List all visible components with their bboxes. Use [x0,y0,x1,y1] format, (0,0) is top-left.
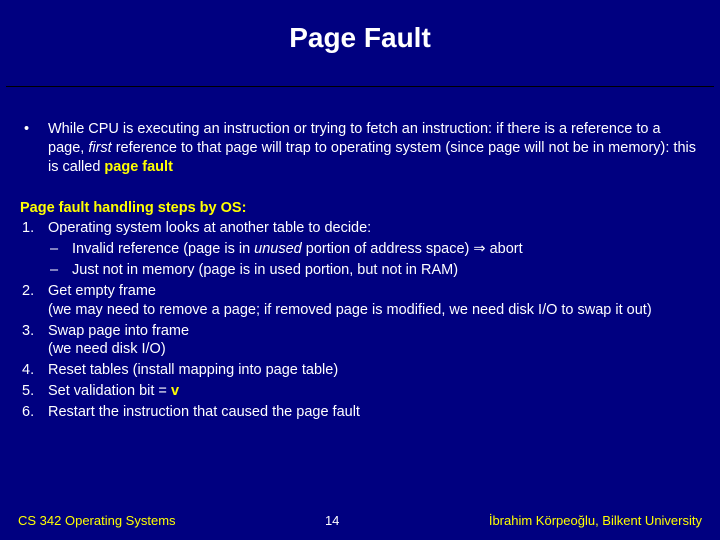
text: Get empty frame [48,282,700,301]
dash-marker: – [48,240,72,259]
step-number: 1. [20,219,48,280]
step-body: Restart the instruction that caused the … [48,403,700,422]
step-body: Reset tables (install mapping into page … [48,361,700,380]
bullet-marker: • [20,120,48,177]
step-number: 5. [20,382,48,401]
step-6: 6. Restart the instruction that caused t… [20,403,700,422]
emphasis-unused: unused [254,241,302,257]
step-number: 6. [20,403,48,422]
text: (we may need to remove a page; if remove… [48,301,700,320]
bullet-item: • While CPU is executing an instruction … [20,120,700,177]
substep-1b: – Just not in memory (page is in used po… [48,261,700,280]
slide-title: Page Fault [0,0,720,72]
text: Operating system looks at another table … [48,219,700,238]
step-4: 4. Reset tables (install mapping into pa… [20,361,700,380]
title-divider [6,86,714,87]
step-number: 2. [20,282,48,320]
emphasis-first: first [88,140,111,156]
text: Invalid reference (page is in [72,241,254,257]
step-body: Swap page into frame (we need disk I/O) [48,322,700,360]
footer-page-number: 14 [325,513,339,528]
slide-content: • While CPU is executing an instruction … [20,120,700,424]
step-body: Get empty frame (we may need to remove a… [48,282,700,320]
text: portion of address space) [302,241,474,257]
steps-heading: Page fault handling steps by OS: [20,199,700,218]
step-1: 1. Operating system looks at another tab… [20,219,700,280]
step-5: 5. Set validation bit = v [20,382,700,401]
step-body: Set validation bit = v [48,382,700,401]
highlight-page-fault: page fault [104,159,172,175]
arrow-icon: ⇒ [473,241,485,257]
footer-author: İbrahim Körpeoğlu, Bilkent University [489,513,702,528]
text: Swap page into frame [48,322,700,341]
step-2: 2. Get empty frame (we may need to remov… [20,282,700,320]
dash-marker: – [48,261,72,280]
text: Invalid reference (page is in unused por… [72,240,700,259]
highlight-v: v [171,383,179,399]
text: (we need disk I/O) [48,340,700,359]
substep-1a: – Invalid reference (page is in unused p… [48,240,700,259]
bullet-text: While CPU is executing an instruction or… [48,120,700,177]
steps-list: 1. Operating system looks at another tab… [20,219,700,421]
text: abort [486,241,523,257]
text: Just not in memory (page is in used port… [72,261,700,280]
step-3: 3. Swap page into frame (we need disk I/… [20,322,700,360]
step-number: 3. [20,322,48,360]
footer-course: CS 342 Operating Systems [18,513,176,528]
step-number: 4. [20,361,48,380]
text: Set validation bit = [48,383,171,399]
slide: Page Fault • While CPU is executing an i… [0,0,720,540]
step-body: Operating system looks at another table … [48,219,700,280]
slide-footer: CS 342 Operating Systems 14 İbrahim Körp… [0,513,720,528]
